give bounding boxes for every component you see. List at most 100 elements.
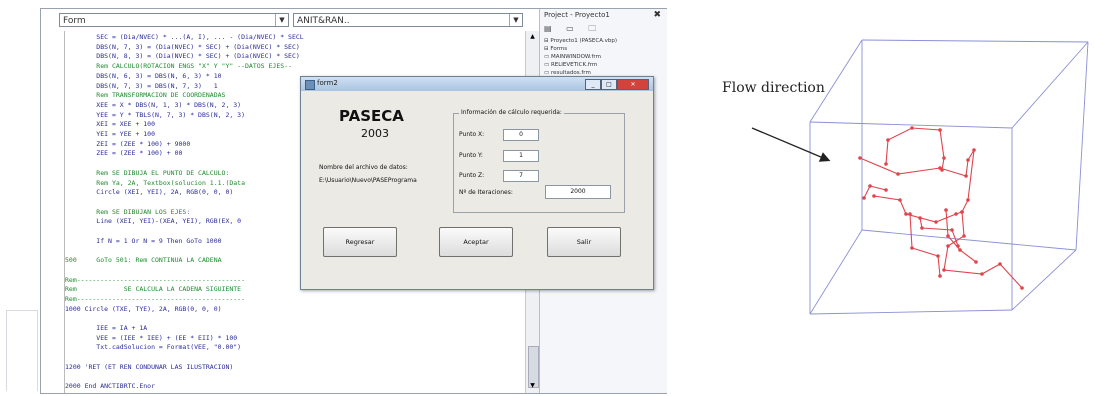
flow-node <box>944 208 948 212</box>
tree-item[interactable]: ⊟ Forms <box>544 45 617 53</box>
code-line: DBS(N, 8, 3) = (Dia(NVEC) * SEC) + (Dia(… <box>65 52 300 61</box>
exit-button[interactable]: Salir <box>547 227 621 257</box>
cube-edge <box>809 229 863 315</box>
code-line: YEI = YEE + 100 <box>65 130 156 138</box>
point-y-label: Punto Y: <box>459 152 483 159</box>
flow-node <box>884 188 888 192</box>
code-line: Rem SE DIBUJAN LOS EJES: <box>65 207 191 216</box>
paseca-dialog: form2 _ □ ✕ PASECA 2003 Nombre del archi… <box>300 76 654 290</box>
cube-edge <box>1075 41 1089 251</box>
flow-node <box>960 210 964 214</box>
code-line: Txt.cadSolucion = Format(VEE, "0.00") <box>65 343 242 352</box>
flow-node <box>974 260 978 264</box>
flow-node <box>920 226 924 230</box>
back-button[interactable]: Regresar <box>323 227 397 257</box>
code-line: 1200 'RET (ET REN CONDUNAR LAS ILUSTRACI… <box>65 362 234 371</box>
explorer-toolbar-icons[interactable]: ▤ ▭ 🗀 <box>544 23 602 37</box>
flow-node <box>980 272 984 276</box>
code-line: SEC = (Dia/NVEC) * ...(A, I), ... - (Dia… <box>65 33 304 41</box>
code-line: DBS(N, 6, 3) = DBS(N, 6, 3) * 10 <box>65 71 222 80</box>
flow-node <box>938 128 942 132</box>
point-x-label: Punto X: <box>459 131 485 138</box>
scroll-down-icon[interactable]: ▼ <box>528 382 537 391</box>
flow-node <box>942 268 946 272</box>
dialog-title: form2 <box>317 79 338 87</box>
project-tree[interactable]: ⊟ Proyecto1 (PASECA.vbp) ⊟ Forms ▭ MAINW… <box>544 37 617 77</box>
code-line: 1000 Circle (TXE, TYE), 2A, RGB(0, 0, 0) <box>65 304 222 313</box>
object-dropdown[interactable]: Form ▼ <box>59 13 289 27</box>
calc-info-group-title: Información de cálculo requerida: <box>459 109 564 116</box>
tree-item[interactable]: ▭ MAINWINDOW.frm <box>544 53 617 61</box>
code-line: Rem TRANSFORMACION DE COORDENADAS <box>65 91 226 100</box>
chevron-down-icon[interactable]: ▼ <box>275 14 288 26</box>
dialog-titlebar[interactable]: form2 _ □ ✕ <box>301 77 653 91</box>
app-icon <box>305 80 315 90</box>
flow-node <box>964 174 968 178</box>
code-line: IEE = IA + 1A <box>65 324 148 332</box>
code-line: Rem-------------------------------------… <box>65 294 246 303</box>
scroll-up-icon[interactable]: ▲ <box>528 33 537 42</box>
flow-node <box>858 156 862 160</box>
flow-node <box>942 156 946 160</box>
accept-button[interactable]: Aceptar <box>439 227 513 257</box>
code-line: Circle (XEI, YEI), 2A, RGB(0, 0, 0) <box>65 188 234 197</box>
iterations-label: Nº de Iteraciones: <box>459 189 513 196</box>
window-edge-decoration <box>6 310 38 391</box>
cube-edge <box>809 39 863 123</box>
tree-item[interactable]: ⊟ Proyecto1 (PASECA.vbp) <box>544 37 617 45</box>
close-button[interactable]: ✕ <box>617 79 649 90</box>
code-line: Rem Ya, 2A, Textbox(solucion 1.1.(Data <box>65 178 246 187</box>
flow-node <box>884 162 888 166</box>
flow-node <box>966 158 970 162</box>
flow-node <box>868 184 872 188</box>
cube-edge <box>1011 249 1077 311</box>
flow-paths <box>859 127 1023 289</box>
flow-node <box>958 248 962 252</box>
code-line: DBS(N, 7, 3) = (Dia(NVEC) * SEC) + (Dia(… <box>65 42 300 51</box>
point-z-label: Punto Z: <box>459 172 485 179</box>
flow-node <box>998 262 1002 266</box>
flow-node <box>936 254 940 258</box>
code-line: 2000 End ANCTIBRTC.Enor <box>65 382 156 391</box>
point-x-input[interactable]: 0 <box>503 129 539 141</box>
code-line: ZEE = (ZEE * 100) + 00 <box>65 149 183 158</box>
flow-node <box>910 246 914 250</box>
point-y-input[interactable]: 1 <box>503 150 539 162</box>
flow-node <box>886 138 890 142</box>
code-line: 500 GoTo 501: Rem CONTINUA LA CADENA <box>65 256 222 265</box>
tree-item[interactable]: ▭ RELIEVETICK.frm <box>544 61 617 69</box>
file-name-label: Nombre del archivo de datos: <box>319 164 408 171</box>
code-line: XEE = X * DBS(N, 1, 3) * DBS(N, 2, 3) <box>65 100 242 109</box>
point-z-input[interactable]: 7 <box>503 170 539 182</box>
bounding-cube <box>809 39 1089 315</box>
file-path-text: E:\Usuario\Nuevo\PASEPrograma <box>319 177 417 184</box>
app-name: PASECA <box>339 107 404 125</box>
minimize-button[interactable]: _ <box>585 79 601 90</box>
flow-node <box>908 212 912 216</box>
code-line: Line (XEI, YEI)-(XEA, YEI), RGB(EX, 0 <box>65 217 242 226</box>
explorer-title: Project - Proyecto1 <box>544 11 610 19</box>
procedure-dropdown-value: ANIT&RAN.. <box>297 16 350 26</box>
code-line: DBS(N, 7, 3) = DBS(N, 7, 3) 1 <box>65 81 218 90</box>
app-year: 2003 <box>361 127 389 140</box>
cube-edge <box>861 39 1089 43</box>
flow-arrow <box>751 127 831 162</box>
flow-node <box>904 212 908 216</box>
maximize-button[interactable]: □ <box>601 79 617 90</box>
code-line: ZEI = (ZEE * 100) + 9000 <box>65 139 191 148</box>
iterations-input[interactable]: 2000 <box>545 185 611 199</box>
code-line: If N = 1 Or N = 9 Then GoTo 1000 <box>65 236 222 245</box>
procedure-dropdown[interactable]: ANIT&RAN.. ▼ <box>293 13 523 27</box>
code-line: Rem SE CALCULA LA CADENA SIGUIENTE <box>65 285 242 294</box>
flow-node <box>962 234 966 238</box>
flow-node <box>898 198 902 202</box>
chevron-down-icon[interactable]: ▼ <box>509 14 522 26</box>
cube-diagram <box>751 39 1089 315</box>
flow-node <box>910 126 914 130</box>
flow-node <box>918 216 922 220</box>
flow-node <box>934 220 938 224</box>
close-icon[interactable]: ✖ <box>653 10 661 20</box>
code-line: Rem SE DIBUJA EL PUNTO DE CALCULO: <box>65 168 230 177</box>
cube-edge <box>809 309 1013 315</box>
flow-node <box>896 172 900 176</box>
